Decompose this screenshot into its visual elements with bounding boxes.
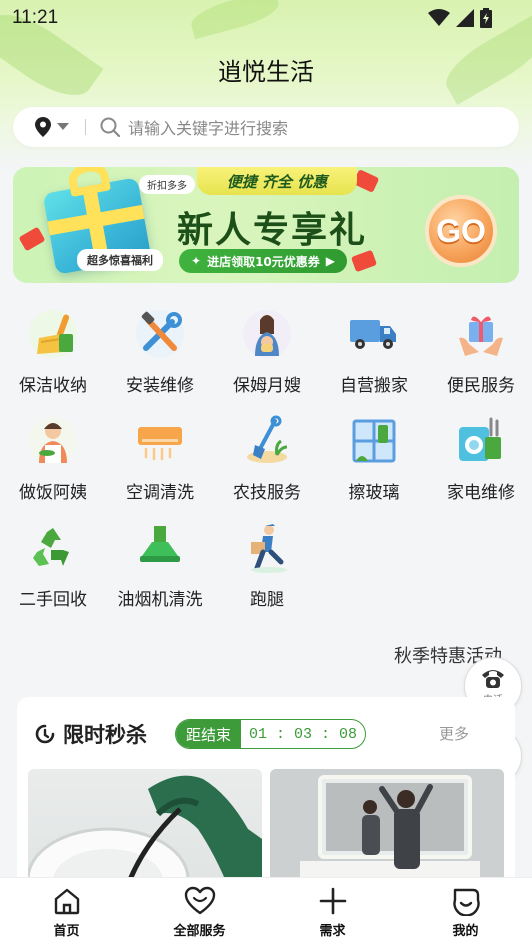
banner-coupon-button[interactable]: ✦ 进店领取10元优惠券 ▶: [179, 249, 347, 273]
divider: [85, 119, 86, 135]
service-item[interactable]: 自营搬家: [321, 308, 427, 404]
service-item[interactable]: 油烟机清洗: [107, 522, 213, 618]
service-item[interactable]: 保洁收纳: [0, 308, 106, 404]
flash-sale-title: 限时秒杀: [63, 723, 147, 747]
nanny-icon: [241, 308, 293, 360]
service-label: 油烟机清洗: [117, 590, 203, 610]
sparkle-icon: ✦: [191, 254, 202, 268]
wifi-icon: [428, 9, 450, 26]
banner-headline: 新人专享礼: [177, 210, 368, 251]
go-button[interactable]: GO: [425, 195, 497, 267]
search-bar[interactable]: 请输入关键字进行搜索: [13, 107, 519, 147]
countdown-time: 01 : 03 : 08: [249, 725, 358, 743]
shovel-icon: [241, 415, 293, 467]
location-button[interactable]: [13, 107, 69, 147]
service-item[interactable]: 跑腿: [214, 522, 320, 618]
service-item[interactable]: 擦玻璃: [321, 415, 427, 511]
service-label: 家电维修: [447, 483, 515, 503]
window-icon: [348, 415, 400, 467]
flash-sale-card: 限时秒杀 距结束 01 : 03 : 08 更多: [17, 697, 515, 897]
search-icon: [100, 117, 120, 137]
broom-icon: [27, 308, 79, 360]
service-item[interactable]: 农技服务: [214, 415, 320, 511]
service-label: 跑腿: [250, 590, 284, 610]
smile-icon: [452, 888, 480, 916]
coupon-decoration: [18, 226, 46, 252]
location-pin-icon: [35, 117, 51, 137]
banner-tag-bottom: 超多惊喜福利: [77, 249, 163, 271]
service-label: 便民服务: [447, 376, 515, 396]
service-item[interactable]: 家电维修: [428, 415, 532, 511]
service-label: 二手回收: [19, 590, 87, 610]
clock-icon: [35, 724, 55, 744]
coupon-decoration: [350, 249, 378, 273]
air-conditioner-icon: [134, 415, 186, 467]
home-icon: [54, 888, 79, 915]
tab-demand-label: 需求: [319, 924, 346, 939]
battery-icon: [480, 8, 492, 28]
status-bar: 11:21: [0, 0, 532, 36]
service-item[interactable]: 安装维修: [107, 308, 213, 404]
phone-icon: [482, 669, 504, 688]
tab-home-label: 首页: [53, 924, 80, 939]
service-label: 做饭阿姨: [19, 483, 87, 503]
service-item[interactable]: 做饭阿姨: [0, 415, 106, 511]
banner-sub-label: 进店领取10元优惠券: [207, 254, 320, 269]
bottom-tab-bar: 首页 全部服务 需求 我的: [0, 877, 532, 948]
service-label: 保姆月嫂: [233, 376, 301, 396]
banner-ribbon: 便捷 齐全 优惠: [197, 167, 357, 195]
page-title: 逍悦生活: [218, 58, 314, 86]
tab-all-services[interactable]: 全部服务: [133, 878, 266, 948]
countdown-timer: 距结束 01 : 03 : 08: [175, 719, 367, 749]
more-link[interactable]: 更多: [439, 723, 469, 744]
service-item[interactable]: 二手回收: [0, 522, 106, 618]
service-label: 擦玻璃: [348, 483, 400, 503]
service-item[interactable]: 空调清洗: [107, 415, 213, 511]
tab-mine-label: 我的: [452, 924, 479, 939]
service-label: 空调清洗: [126, 483, 194, 503]
countdown-label: 距结束: [176, 720, 242, 748]
truck-icon: [348, 308, 400, 360]
status-icons: [428, 8, 492, 28]
status-time: 11:21: [12, 7, 59, 28]
play-icon: ▶: [325, 254, 335, 268]
runner-icon: [241, 522, 293, 574]
promo-banner[interactable]: 折扣多多 便捷 齐全 优惠 新人专享礼 超多惊喜福利 ✦ 进店领取10元优惠券 …: [13, 167, 519, 283]
gift-hands-icon: [455, 308, 507, 360]
cook-icon: [27, 415, 79, 467]
service-grid: 保洁收纳 安装维修 保姆月嫂 自营搬家 便民服务做饭阿姨 空调清洗 农技服务 擦玻璃 家电维修二…: [0, 300, 532, 620]
tab-mine[interactable]: 我的: [399, 878, 532, 948]
service-item[interactable]: 保姆月嫂: [214, 308, 320, 404]
tab-home[interactable]: 首页: [0, 878, 133, 948]
chevron-down-icon: [57, 123, 69, 130]
service-label: 自营搬家: [340, 376, 408, 396]
service-label: 安装维修: [126, 376, 194, 396]
tools-icon: [134, 308, 186, 360]
service-label: 农技服务: [233, 483, 301, 503]
search-input[interactable]: 请输入关键字进行搜索: [128, 115, 288, 139]
recycle-icon: [27, 522, 79, 574]
banner-tag-top: 折扣多多: [139, 175, 195, 194]
range-hood-icon: [134, 522, 186, 574]
heart-icon: [184, 886, 215, 915]
tab-demand[interactable]: 需求: [266, 878, 399, 948]
flash-sale-heading: 限时秒杀: [33, 719, 147, 749]
service-label: 保洁收纳: [19, 376, 87, 396]
tab-all-services-label: 全部服务: [173, 924, 226, 939]
service-item[interactable]: 便民服务: [428, 308, 532, 404]
signal-icon: [456, 9, 474, 27]
washer-icon: [455, 415, 507, 467]
plus-icon: [319, 887, 346, 915]
